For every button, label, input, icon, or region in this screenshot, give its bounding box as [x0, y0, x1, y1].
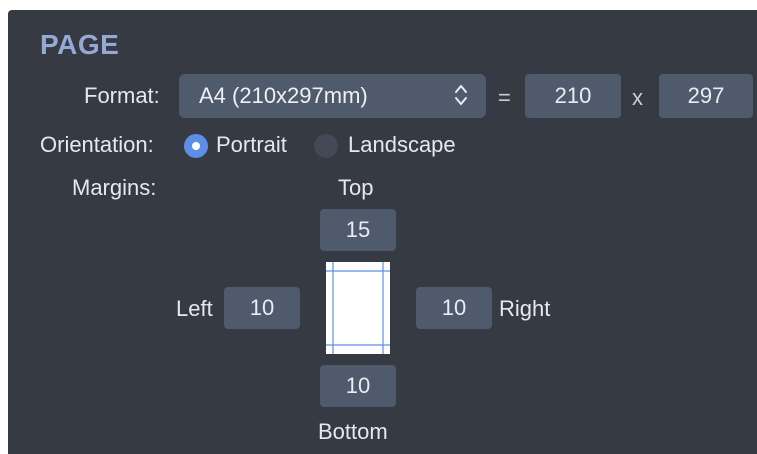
format-select[interactable]: A4 (210x297mm)	[179, 74, 486, 118]
margin-top-field[interactable]: 15	[320, 209, 396, 251]
page-width-field[interactable]: 210	[525, 74, 621, 118]
margin-left-label: Left	[176, 296, 213, 321]
page-settings-panel: PAGE Format: A4 (210x297mm) = 210 x 297 …	[8, 10, 757, 454]
format-label: Format:	[84, 83, 160, 108]
format-select-value: A4 (210x297mm)	[199, 83, 368, 108]
section-title: PAGE	[40, 29, 120, 60]
orientation-label: Orientation:	[40, 132, 154, 157]
portrait-radio[interactable]	[184, 134, 208, 158]
margins-label: Margins:	[72, 175, 157, 200]
margin-right-label: Right	[499, 296, 551, 321]
page-height-field[interactable]: 297	[659, 74, 753, 118]
margin-bottom-label: Bottom	[318, 419, 388, 444]
margin-left-field[interactable]: 10	[224, 287, 300, 329]
portrait-label[interactable]: Portrait	[216, 131, 287, 159]
times-sign: x	[632, 85, 643, 110]
landscape-label[interactable]: Landscape	[348, 131, 456, 159]
equals-sign: =	[498, 85, 511, 110]
chevron-up-down-icon	[455, 85, 467, 105]
margin-right-field[interactable]: 10	[416, 287, 492, 329]
margin-top-label: Top	[338, 175, 374, 200]
page-margins-preview-icon	[326, 262, 390, 354]
landscape-radio[interactable]	[314, 134, 338, 158]
margin-bottom-field[interactable]: 10	[320, 365, 396, 407]
